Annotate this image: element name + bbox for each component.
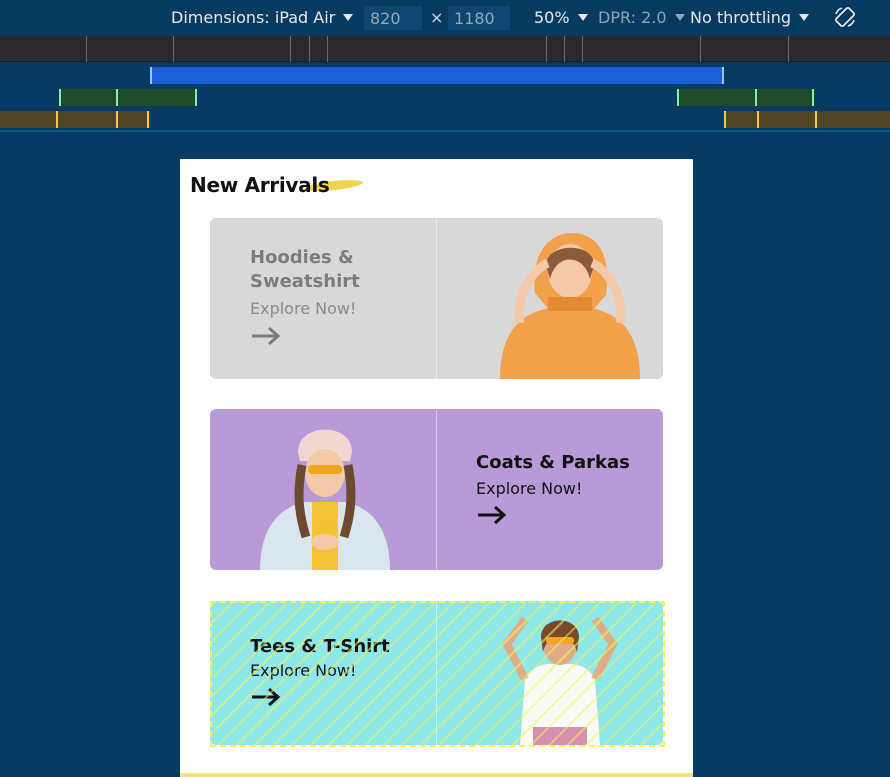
times-sign: × — [430, 8, 444, 27]
height-input[interactable] — [448, 6, 510, 30]
arrow-right-icon[interactable] — [476, 504, 508, 526]
media-query-ruler — [0, 36, 890, 62]
chevron-down-icon — [799, 14, 810, 21]
next-section-edge — [180, 773, 693, 777]
media-query-max-width-bar[interactable] — [150, 67, 724, 84]
dimensions-dropdown[interactable]: Dimensions: iPad Air — [171, 8, 354, 27]
dimensions-label: Dimensions: iPad Air — [171, 8, 336, 27]
explore-link[interactable]: Explore Now! — [476, 479, 582, 498]
chevron-down-icon — [674, 14, 685, 21]
category-card-tees[interactable]: Tees & T-Shirt Explore Now! — [210, 601, 663, 745]
card-title: Coats & Parkas — [476, 452, 630, 473]
media-query-range-bar-left[interactable] — [0, 111, 150, 128]
throttling-label: No throttling — [690, 8, 792, 27]
media-query-min-width-bar-left[interactable] — [59, 89, 197, 106]
tshirt-model-image — [502, 616, 618, 745]
coat-model-image — [260, 429, 390, 570]
width-input[interactable] — [364, 6, 422, 30]
card-title: Tees & T-Shirt — [250, 636, 390, 657]
card-title: Hoodies & Sweatshirt — [250, 247, 360, 292]
arrow-right-icon[interactable] — [250, 325, 282, 347]
media-query-range-bar-right[interactable] — [724, 111, 890, 128]
zoom-dropdown[interactable]: 50% — [534, 8, 588, 27]
throttling-dropdown[interactable]: No throttling — [690, 8, 810, 27]
explore-link[interactable]: Explore Now! — [250, 299, 356, 318]
category-card-hoodies[interactable]: Hoodies & Sweatshirt Explore Now! — [210, 218, 663, 379]
hoodie-model-image — [500, 233, 640, 379]
arrow-right-icon[interactable] — [250, 686, 282, 708]
device-viewport[interactable]: New Arrivals Hoodies & Sweatshirt Explor… — [180, 159, 693, 777]
device-toolbar: Dimensions: iPad Air × 50% DPR: 2.0 No t… — [0, 0, 890, 36]
media-query-min-width-bar-right[interactable] — [677, 89, 814, 106]
chevron-down-icon — [343, 14, 354, 21]
dpr-dropdown[interactable]: DPR: 2.0 — [598, 8, 685, 27]
explore-link[interactable]: Explore Now! — [250, 661, 356, 680]
section-title: New Arrivals — [190, 173, 330, 197]
category-card-coats[interactable]: Coats & Parkas Explore Now! — [210, 409, 663, 570]
dpr-label: DPR: 2.0 — [598, 8, 667, 27]
chevron-down-icon — [577, 14, 588, 21]
rotate-icon[interactable] — [833, 5, 857, 29]
zoom-label: 50% — [534, 8, 570, 27]
